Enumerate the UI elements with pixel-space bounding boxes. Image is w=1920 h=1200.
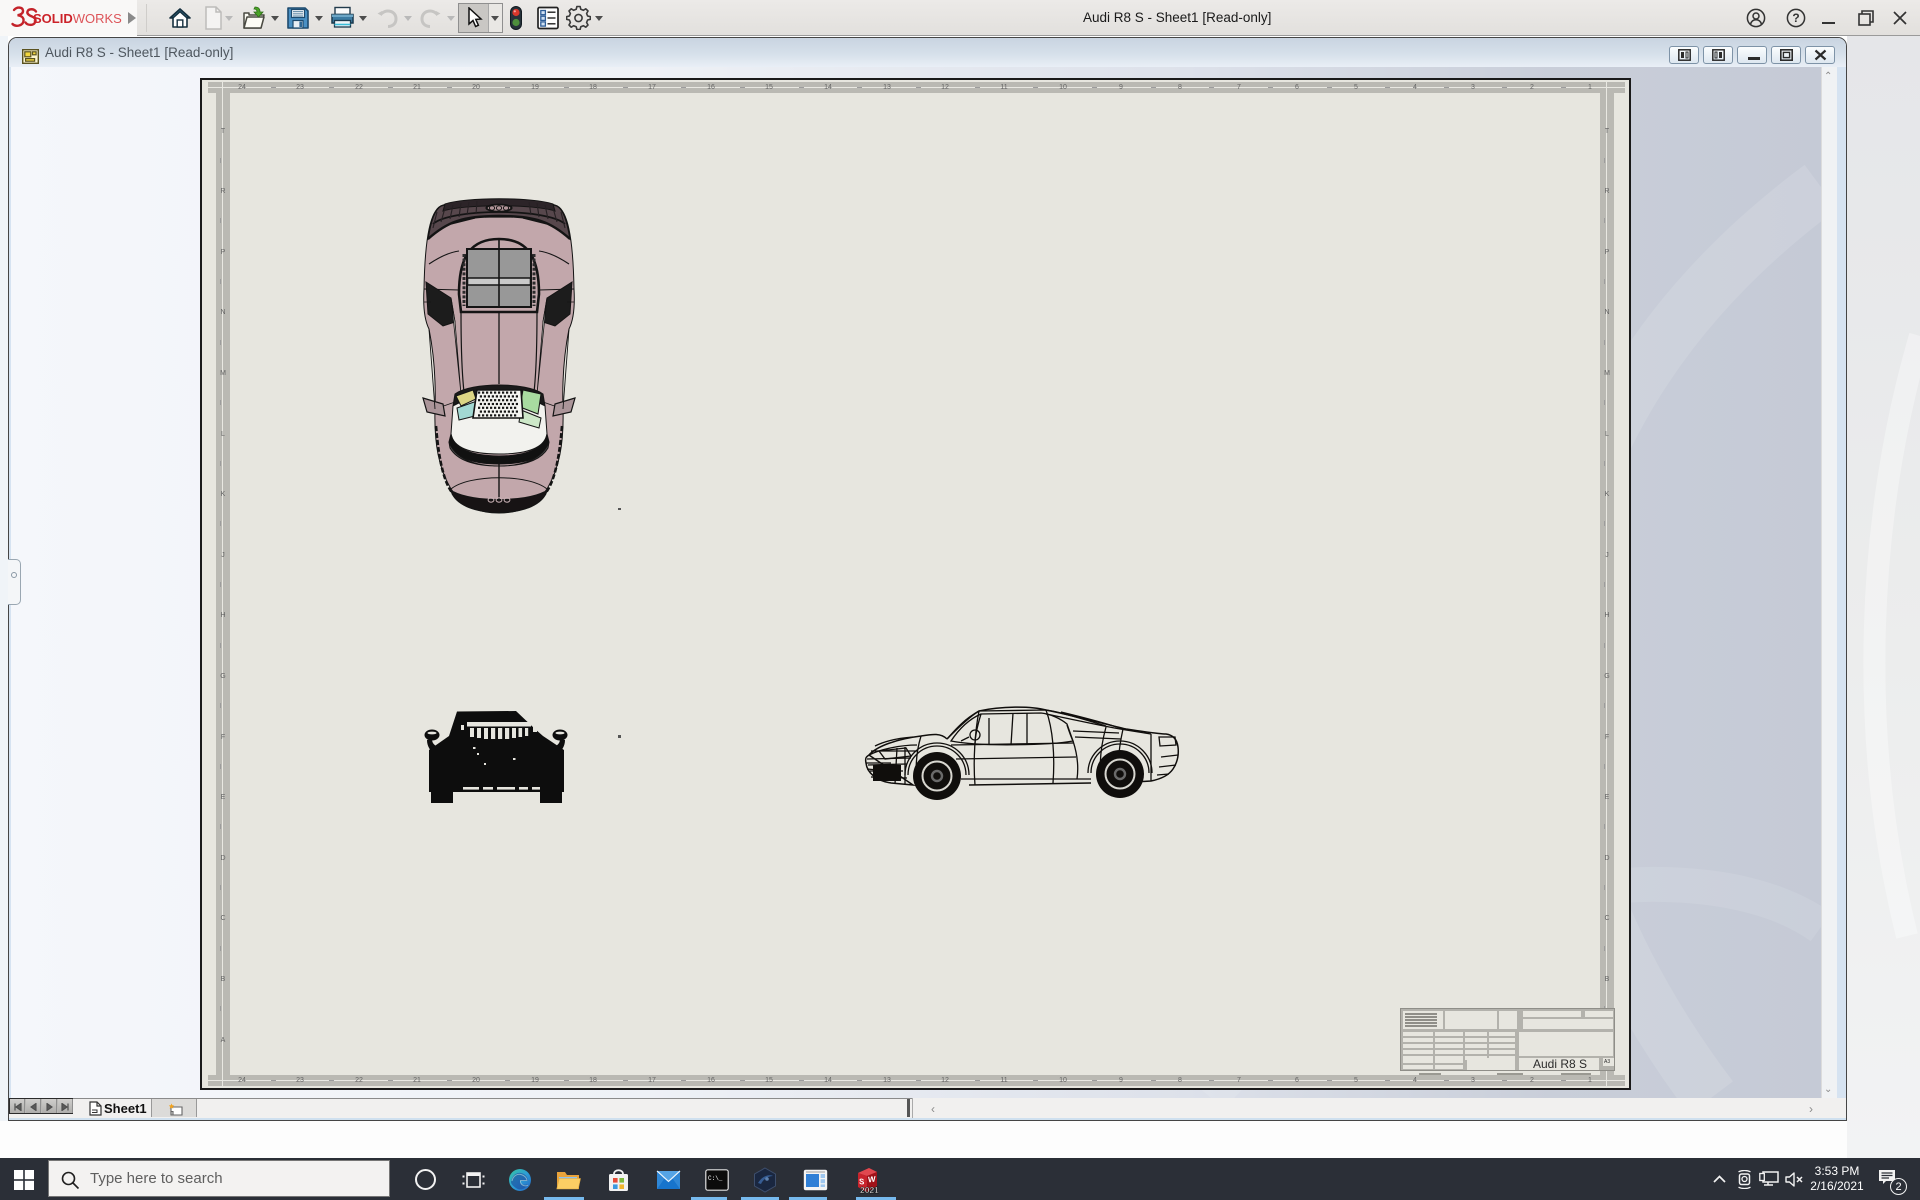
- svg-text:2021: 2021: [860, 1185, 879, 1194]
- svg-text:W: W: [868, 1175, 876, 1185]
- svg-text:C:\_: C:\_: [708, 1175, 723, 1182]
- svg-text:?: ?: [1792, 11, 1799, 25]
